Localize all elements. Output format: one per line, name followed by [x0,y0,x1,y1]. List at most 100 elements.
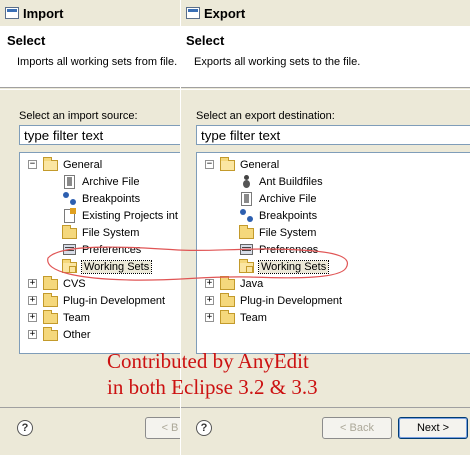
tree-node-label: Ant Buildfiles [259,175,323,188]
folder-icon [220,275,236,292]
file-system-icon [62,224,78,241]
tree-node-label: Breakpoints [259,209,318,222]
tree-node-label: Other [63,328,91,341]
tree-node-label: Preferences [259,243,319,256]
preferences-icon [62,242,78,258]
tree-node-working-sets[interactable]: Working Sets [239,258,330,275]
footer-divider [0,407,180,408]
tree-node-label: Preferences [82,243,142,256]
tree-node-label: Team [240,311,267,324]
import-page-title: Select [7,33,46,48]
folder-icon [220,292,236,309]
tree-node-plugin-development[interactable]: + Plug-in Development [28,292,165,309]
tree-node-java[interactable]: + Java [205,275,263,292]
working-sets-icon [62,258,78,275]
tree-node-team[interactable]: + Team [28,309,90,326]
tree-node-label: Working Sets [80,259,153,274]
tree-node-breakpoints[interactable]: Breakpoints [62,190,140,207]
tree-node-label: Archive File [259,192,317,205]
import-window-title: Import [23,5,64,21]
tree-node-other[interactable]: + Other [28,326,91,343]
export-header: Select Exports all working sets to the f… [181,26,470,88]
tree-node-label: Archive File [82,175,140,188]
folder-icon [43,309,59,326]
preferences-icon [239,242,255,258]
export-destination-tree[interactable]: − General Ant Buildfiles Archive File Br… [196,152,470,354]
file-system-icon [239,224,255,241]
folder-open-icon [220,156,236,173]
footer-divider [181,407,470,408]
tree-node-label: Plug-in Development [240,294,343,307]
expand-toggle[interactable]: + [28,279,37,288]
tree-node-label: Team [63,311,90,324]
tree-node-cvs[interactable]: + CVS [28,275,86,292]
expand-toggle[interactable]: + [205,313,214,322]
tree-node-label: General [240,158,280,171]
import-titlebar: Import [0,0,180,26]
archive-file-icon [239,191,255,207]
expand-toggle[interactable]: + [205,279,214,288]
tree-node-existing-projects[interactable]: Existing Projects int [62,207,178,224]
export-filter-input[interactable] [196,125,470,145]
collapse-toggle[interactable]: − [205,160,214,169]
breakpoints-icon [239,208,255,224]
expand-toggle[interactable]: + [28,313,37,322]
import-filter-input[interactable] [19,125,180,145]
export-page-title: Select [186,33,225,48]
divider [181,89,470,90]
help-icon[interactable]: ? [196,420,212,436]
tree-node-archive-file[interactable]: Archive File [62,173,139,190]
divider [0,89,180,90]
archive-file-icon [62,174,78,190]
folder-icon [43,292,59,309]
tree-node-label: CVS [63,277,86,290]
expand-toggle[interactable]: + [28,296,37,305]
import-back-button[interactable]: < B [145,417,180,439]
expand-toggle[interactable]: + [28,330,37,339]
export-next-button[interactable]: Next > [398,417,468,439]
breakpoints-icon [62,191,78,207]
import-source-tree[interactable]: − General Archive File Breakpoints Exist… [19,152,180,354]
tree-node-general[interactable]: − General [28,156,102,173]
tree-node-label: Existing Projects int [82,209,178,222]
tree-node-archive-file[interactable]: Archive File [239,190,316,207]
tree-node-label: Plug-in Development [63,294,166,307]
annotation-line-1: Contributed by AnyEdit [107,349,309,373]
existing-projects-icon [62,207,78,224]
tree-node-label: File System [82,226,140,239]
tree-node-general[interactable]: − General [205,156,279,173]
window-icon [186,7,200,19]
tree-node-team[interactable]: + Team [205,309,267,326]
import-header: Select Imports all working sets from fil… [0,26,180,88]
tree-node-label: Breakpoints [82,192,141,205]
ant-icon [239,174,255,190]
export-destination-label: Select an export destination: [196,110,335,122]
working-sets-icon [239,258,255,275]
folder-icon [43,275,59,292]
tree-node-plugin-development[interactable]: + Plug-in Development [205,292,342,309]
tree-node-label: General [63,158,103,171]
tree-node-label: Working Sets [257,259,330,274]
window-icon [5,7,19,19]
collapse-toggle[interactable]: − [28,160,37,169]
expand-toggle[interactable]: + [205,296,214,305]
folder-icon [220,309,236,326]
tree-node-working-sets[interactable]: Working Sets [62,258,153,275]
tree-node-preferences[interactable]: Preferences [239,241,318,258]
folder-icon [43,326,59,343]
help-icon[interactable]: ? [17,420,33,436]
tree-node-ant-buildfiles[interactable]: Ant Buildfiles [239,173,323,190]
export-page-description: Exports all working sets to the file. [194,56,361,68]
tree-node-file-system[interactable]: File System [239,224,316,241]
import-source-label: Select an import source: [19,110,138,122]
import-page-description: Imports all working sets from file. [17,56,178,68]
tree-node-label: File System [259,226,317,239]
export-window-title: Export [204,5,246,21]
folder-open-icon [43,156,59,173]
tree-node-preferences[interactable]: Preferences [62,241,141,258]
export-back-button[interactable]: < Back [322,417,392,439]
tree-node-file-system[interactable]: File System [62,224,139,241]
annotation-line-2: in both Eclipse 3.2 & 3.3 [107,375,318,399]
tree-node-breakpoints[interactable]: Breakpoints [239,207,317,224]
export-titlebar: Export [181,0,470,26]
